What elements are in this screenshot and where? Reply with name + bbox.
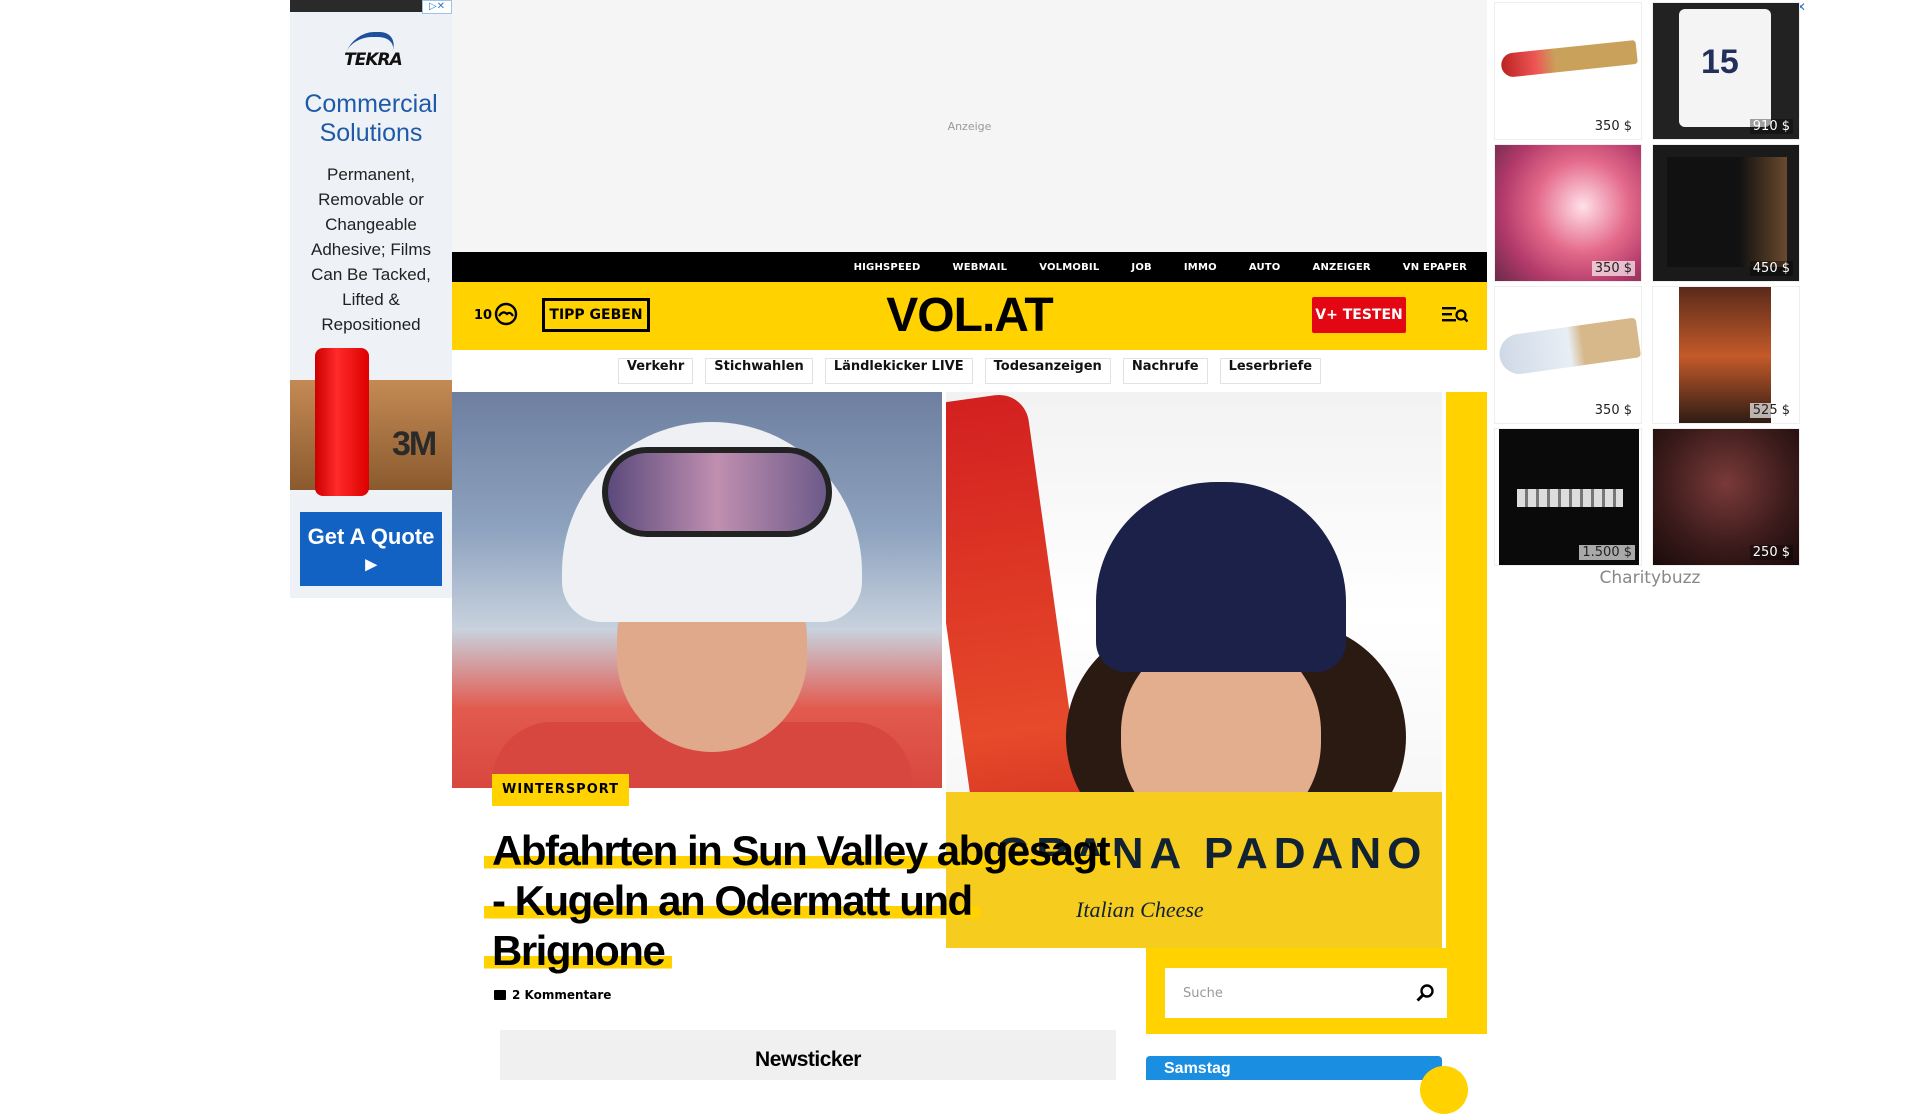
- ad-tile-bracelet[interactable]: 1.500 $: [1494, 428, 1642, 566]
- ad-tile-jersey[interactable]: 15 910 $: [1652, 2, 1800, 140]
- signed-guitar-image: [1496, 317, 1641, 377]
- product-roll: [315, 348, 369, 496]
- tile-price: 1.500 $: [1579, 545, 1635, 560]
- subnav-chip-todesanzeigen[interactable]: Todesanzeigen: [984, 358, 1111, 384]
- ad-brand-logo: TEKRA: [340, 30, 406, 74]
- ad-label: Anzeige: [947, 120, 992, 133]
- subnav-chip-nachrufe[interactable]: Nachrufe: [1122, 358, 1208, 384]
- category-badge[interactable]: WINTERSPORT: [492, 774, 630, 806]
- tile-price: 350 $: [1591, 403, 1635, 418]
- weather-cloud-icon[interactable]: [494, 302, 518, 326]
- subnav-chip-laendlekicker[interactable]: Ländlekicker LIVE: [824, 358, 973, 384]
- topnav-item-anzeiger[interactable]: ANZEIGER: [1313, 262, 1371, 273]
- product-box-label: 3M: [392, 425, 437, 463]
- ad-tile-signed-guitar[interactable]: 350 $: [1494, 286, 1642, 424]
- tile-price: 525 $: [1749, 403, 1793, 418]
- topnav-item-auto[interactable]: AUTO: [1249, 262, 1281, 273]
- tile-price: 350 $: [1591, 261, 1635, 276]
- adchoices-icon[interactable]: ▷✕: [422, 0, 452, 14]
- tile-price: 250 $: [1749, 545, 1793, 560]
- bracelet-image: [1517, 489, 1623, 507]
- ad-cta-button[interactable]: Get A Quote ▸: [300, 512, 442, 586]
- yellow-side-panel: [1446, 392, 1487, 948]
- hero-hat: [1096, 482, 1346, 672]
- subnav-chip-verkehr[interactable]: Verkehr: [617, 358, 694, 384]
- tipp-geben-button[interactable]: TIPP GEBEN: [542, 298, 650, 332]
- top-nav-bar: HIGHSPEED WEBMAIL VOLMOBIL JOB IMMO AUTO…: [452, 252, 1487, 282]
- ad-tile-painting[interactable]: 350 $: [1494, 144, 1642, 282]
- comments-link[interactable]: 2 Kommentare: [494, 988, 611, 1002]
- tile-price: 350 $: [1591, 119, 1635, 134]
- article-headline[interactable]: Abfahrten in Sun Valley abgesagt - Kugel…: [484, 826, 1124, 976]
- guitar-image: [1500, 39, 1638, 79]
- menu-search-icon[interactable]: [1442, 304, 1468, 326]
- ad-tile-guitar[interactable]: 350 $: [1494, 2, 1642, 140]
- charitybuzz-brand[interactable]: Charitybuzz: [1494, 568, 1806, 588]
- tile-price: 910 $: [1749, 119, 1793, 134]
- topnav-item-job[interactable]: JOB: [1131, 262, 1151, 273]
- comments-count[interactable]: 2 Kommentare: [512, 988, 611, 1002]
- search-icon[interactable]: [1415, 983, 1435, 1003]
- comment-icon: [494, 990, 506, 1000]
- newsticker-box: Newsticker: [500, 1030, 1116, 1080]
- topnav-item-highspeed[interactable]: HIGHSPEED: [854, 262, 921, 273]
- topnav-item-webmail[interactable]: WEBMAIL: [953, 262, 1008, 273]
- topnav-item-vn-epaper[interactable]: VN EPAPER: [1403, 262, 1467, 273]
- hero-image-skier-male[interactable]: [452, 392, 942, 788]
- weather-card[interactable]: Samstag: [1146, 1056, 1442, 1080]
- weather-temperature[interactable]: 10: [474, 308, 492, 323]
- photo-inner: [1667, 157, 1787, 267]
- topnav-item-volmobil[interactable]: VOLMOBIL: [1039, 262, 1099, 273]
- sub-nav: Verkehr Stichwahlen Ländlekicker LIVE To…: [452, 350, 1487, 392]
- right-ad-banner[interactable]: ▷ ✕ 350 $ 15 910 $ 350 $ 450 $ 350 $ 525…: [1494, 0, 1806, 600]
- jersey-number: 15: [1701, 43, 1739, 81]
- newsticker-title: Newsticker: [755, 1048, 861, 1071]
- sun-icon: [1420, 1066, 1468, 1114]
- ad-tile-photo[interactable]: 450 $: [1652, 144, 1800, 282]
- ad-product-image: 3M: [290, 340, 452, 500]
- ad-tile-poster[interactable]: 525 $: [1652, 286, 1800, 424]
- ad-headline: Commercial Solutions: [304, 90, 438, 147]
- ad-tile-concert[interactable]: 250 $: [1652, 428, 1800, 566]
- weather-day: Samstag: [1164, 1060, 1231, 1077]
- search-box: [1165, 968, 1447, 1018]
- subnav-chip-stichwahlen[interactable]: Stichwahlen: [705, 358, 813, 384]
- ad-brand-name: TEKRA: [344, 50, 403, 70]
- headline-text[interactable]: Abfahrten in Sun Valley abgesagt - Kugel…: [484, 827, 1118, 974]
- top-ad-slot: Anzeige: [452, 0, 1487, 252]
- left-ad-banner[interactable]: ▷✕ TEKRA Commercial Solutions Permanent,…: [290, 0, 452, 598]
- topnav-item-immo[interactable]: IMMO: [1184, 262, 1217, 273]
- vplus-testen-button[interactable]: V+ TESTEN: [1312, 297, 1406, 333]
- subnav-chip-leserbriefe[interactable]: Leserbriefe: [1219, 358, 1322, 384]
- logo-swoosh-icon: [346, 32, 400, 52]
- site-header: 10 TIPP GEBEN VOL.AT V+ TESTEN: [452, 282, 1487, 350]
- ad-body-text: Permanent, Removable or Changeable Adhes…: [311, 165, 431, 334]
- tile-price: 450 $: [1749, 261, 1793, 276]
- search-input[interactable]: [1165, 968, 1405, 1018]
- hero-goggles: [602, 447, 832, 537]
